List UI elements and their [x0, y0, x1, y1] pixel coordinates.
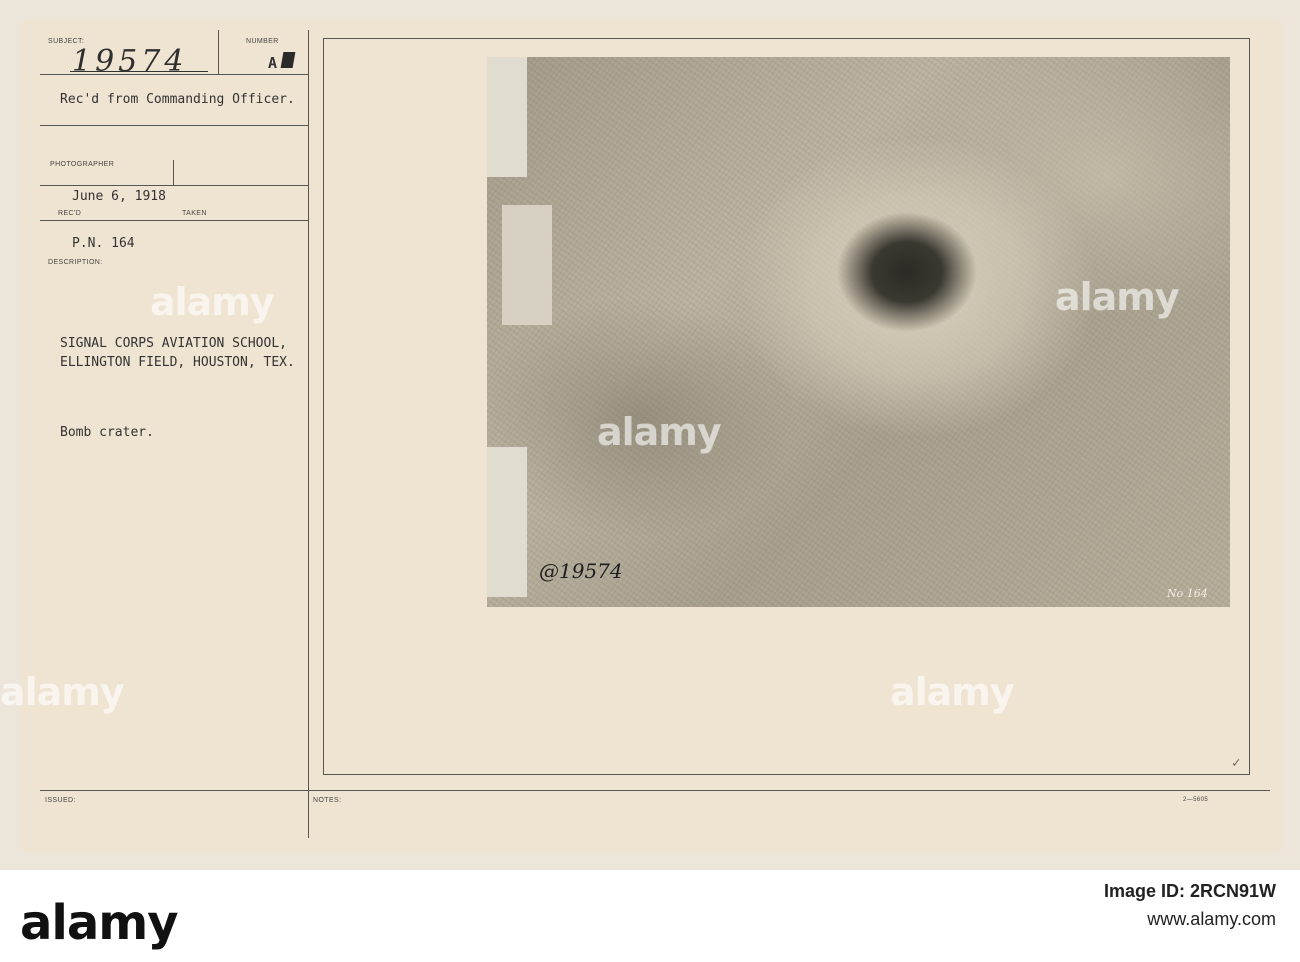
- received-from: Rec'd from Commanding Officer.: [60, 92, 295, 107]
- watermark: alamy: [1055, 275, 1180, 319]
- left-column-divider: [308, 30, 309, 838]
- bomb-crater-photo: @19574 No 164: [487, 57, 1230, 607]
- caption: Bomb crater.: [60, 425, 154, 440]
- stock-info: Image ID: 2RCN91W www.alamy.com: [1104, 878, 1276, 934]
- number-value: A: [268, 54, 278, 72]
- description-line-2: ELLINGTON FIELD, HOUSTON, TEX.: [60, 355, 295, 370]
- photo-frame-left: [323, 38, 324, 775]
- taken-label: TAKEN: [182, 210, 207, 217]
- issued-rule: [40, 790, 1270, 791]
- pn-value: P.N. 164: [72, 236, 135, 251]
- check-mark: ✓: [1232, 755, 1241, 771]
- subject-underline: [70, 71, 208, 72]
- subject-number: 19574: [72, 44, 188, 79]
- fence-post: [487, 57, 527, 177]
- image-id: Image ID: 2RCN91W: [1103, 881, 1276, 901]
- issued-label: ISSUED:: [45, 797, 76, 804]
- taken-divider: [173, 160, 174, 186]
- fence-post: [487, 447, 527, 597]
- description-line-1: SIGNAL CORPS AVIATION SCHOOL,: [60, 336, 287, 351]
- watermark: alamy: [150, 280, 275, 324]
- plate-number: No 164: [1167, 587, 1208, 600]
- photo-frame-top: [323, 38, 1250, 39]
- number-label: NUMBER: [246, 38, 279, 45]
- recd-rule: [40, 220, 308, 221]
- watermark: alamy: [0, 670, 125, 714]
- stock-footer: alamy Image ID: 2RCN91W www.alamy.com: [0, 870, 1300, 962]
- date-value: June 6, 1918: [72, 189, 166, 204]
- description-label: DESCRIPTION:: [48, 259, 103, 266]
- site-url: www.alamy.com: [1147, 908, 1276, 929]
- negative-number: @19574: [539, 559, 623, 583]
- photographer-label: PHOTOGRAPHER: [50, 161, 115, 168]
- watermark: alamy: [597, 410, 722, 454]
- photo-frame-bottom: [323, 774, 1250, 775]
- received-rule: [40, 125, 308, 126]
- number-divider: [218, 30, 219, 74]
- date-rule: [40, 185, 308, 186]
- photo-frame-right: [1249, 38, 1250, 775]
- notes-label: NOTES:: [313, 797, 342, 804]
- fence-post: [502, 205, 552, 325]
- alamy-logo: alamy: [20, 895, 179, 951]
- watermark: alamy: [890, 670, 1015, 714]
- form-number: 2—5605: [1183, 797, 1209, 803]
- recd-label: REC'D: [58, 210, 82, 217]
